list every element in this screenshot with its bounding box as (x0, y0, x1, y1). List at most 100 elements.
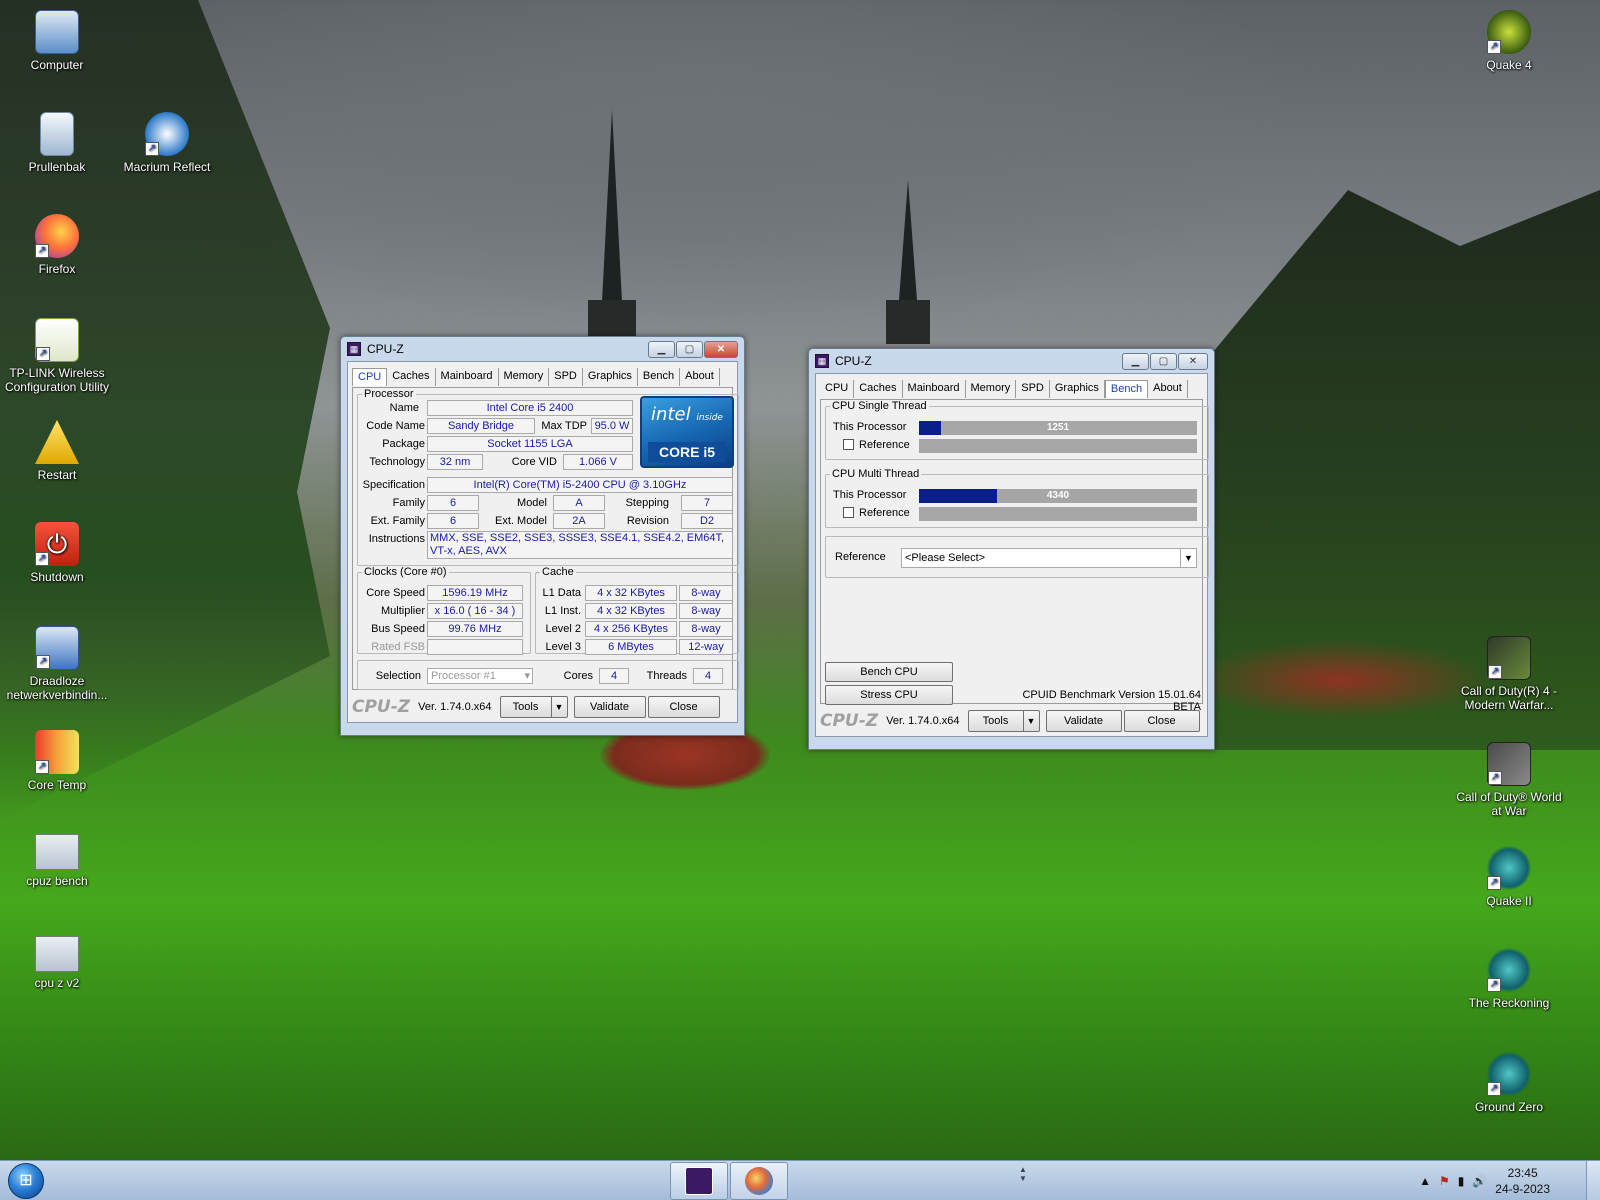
desktop-icon-core-temp[interactable]: ↗ Core Temp (2, 730, 112, 792)
desktop-icon-wireless-connection[interactable]: ↗ Draadloze netwerkverbindin... (2, 626, 112, 702)
corespeed-label: Core Speed (366, 587, 425, 599)
tab-memory[interactable]: Memory (499, 368, 550, 386)
desktop-icon-shutdown[interactable]: ⏻ ↗ Shutdown (2, 522, 112, 584)
corevid-label: Core VID (511, 456, 557, 468)
taskbar-item-paint[interactable] (730, 1162, 788, 1200)
tab-graphics[interactable]: Graphics (1050, 380, 1105, 398)
minimize-button[interactable]: ▁ (1122, 352, 1149, 370)
multi-reference-label: Reference (859, 507, 910, 519)
tab-about[interactable]: About (1148, 380, 1188, 398)
desktop-icon-ground-zero[interactable]: ↗ Ground Zero (1454, 1052, 1564, 1114)
desktop-icon-label: Quake II (1486, 894, 1532, 908)
selection-label: Selection (375, 670, 421, 682)
cpuz-window-bench[interactable]: ▦ CPU-Z ▁ ▢ ✕ CPU Caches Mainboard Memor… (808, 348, 1215, 750)
version-label: Ver. 1.74.0.x64 (418, 701, 492, 713)
taskbar-scroll[interactable]: ▲ ▼ (1018, 1165, 1028, 1197)
bench-cpu-button[interactable]: Bench CPU (825, 662, 953, 682)
desktop-icon-firefox[interactable]: ↗ Firefox (2, 214, 112, 276)
image-file-icon (35, 834, 79, 870)
tab-mainboard[interactable]: Mainboard (436, 368, 499, 386)
desktop-icon-restart[interactable]: Restart (2, 420, 112, 482)
reference-dropdown[interactable]: <Please Select> ▼ (901, 548, 1197, 568)
desktop-icon-macrium-reflect[interactable]: ↗ Macrium Reflect (112, 112, 222, 174)
window-titlebar[interactable]: ▦ CPU-Z ▁ ▢ ✕ (347, 337, 738, 361)
desktop-icon-quake2[interactable]: ↗ Quake II (1454, 846, 1564, 908)
selection-dropdown[interactable]: Processor #1 ▾ (427, 668, 533, 684)
tab-graphics[interactable]: Graphics (583, 368, 638, 386)
tab-about[interactable]: About (680, 368, 720, 386)
corevid-value: 1.066 V (563, 454, 633, 470)
tab-cpu[interactable]: CPU (352, 368, 388, 386)
tools-button[interactable]: Tools ▼ (967, 710, 1040, 732)
busspeed-value: 99.76 MHz (427, 621, 523, 637)
chevron-down-icon[interactable]: ▼ (1022, 711, 1039, 731)
technology-label: Technology (369, 456, 425, 468)
network-icon[interactable]: ▮ (1458, 1174, 1465, 1188)
close-button[interactable]: Close (1123, 710, 1200, 732)
window-titlebar[interactable]: ▦ CPU-Z ▁ ▢ ✕ (815, 349, 1208, 373)
tab-spd[interactable]: SPD (1016, 380, 1050, 398)
close-window-button[interactable]: ✕ (704, 340, 738, 358)
name-label: Name (389, 402, 419, 414)
shortcut-arrow-icon: ↗ (145, 142, 159, 156)
close-window-button[interactable]: ✕ (1178, 352, 1208, 370)
intel-logo-text: intel (651, 404, 691, 425)
desktop-icon-label: Computer (30, 58, 84, 72)
tab-bench[interactable]: Bench (1104, 380, 1149, 398)
image-file-icon (35, 936, 79, 972)
tab-cpu[interactable]: CPU (820, 380, 855, 398)
cache-legend: Cache (542, 566, 574, 578)
revision-value: D2 (681, 513, 733, 529)
tab-strip: CPU Caches Mainboard Memory SPD Graphics… (348, 362, 737, 388)
desktop-icon-tplink[interactable]: ↗ TP-LINK Wireless Configuration Utility (2, 318, 112, 394)
maximize-button[interactable]: ▢ (676, 340, 703, 358)
single-reference-checkbox[interactable] (843, 439, 854, 450)
clock[interactable]: 23:45 24-9-2023 (1495, 1165, 1550, 1197)
cores-label: Cores (563, 670, 593, 682)
desktop-icon-the-reckoning[interactable]: ↗ The Reckoning (1454, 948, 1564, 1010)
tab-caches[interactable]: Caches (387, 368, 436, 386)
maxtdp-label: Max TDP (541, 420, 587, 432)
ratedfsb-value (427, 639, 523, 655)
action-center-flag-icon[interactable]: ⚑ (1439, 1174, 1450, 1188)
desktop-icon-cod4[interactable]: ↗ Call of Duty(R) 4 - Modern Warfar... (1454, 636, 1564, 712)
tab-mainboard[interactable]: Mainboard (903, 380, 966, 398)
volume-icon[interactable]: 🔊 (1472, 1174, 1487, 1188)
cache-l1data-size: 4 x 32 KBytes (585, 585, 677, 601)
validate-button[interactable]: Validate (573, 696, 646, 718)
quake2-icon: ↗ (1487, 846, 1531, 890)
desktop-icon-cpuz-bench[interactable]: cpuz bench (2, 834, 112, 888)
paint-icon (745, 1167, 773, 1195)
tab-memory[interactable]: Memory (966, 380, 1017, 398)
cache-l3-label: Level 3 (545, 641, 581, 653)
multi-reference-checkbox[interactable] (843, 507, 854, 518)
window-client: CPU Caches Mainboard Memory SPD Graphics… (347, 361, 739, 723)
maximize-button[interactable]: ▢ (1150, 352, 1177, 370)
cpuz-window-cpu[interactable]: ▦ CPU-Z ▁ ▢ ✕ CPU Caches Mainboard Memor… (340, 336, 745, 736)
tools-button[interactable]: Tools ▼ (499, 696, 568, 718)
desktop-icon-computer[interactable]: Computer (2, 10, 112, 72)
desktop-icon-label: cpuz bench (26, 874, 88, 888)
model-value: A (553, 495, 605, 511)
chevron-down-icon[interactable]: ▼ (550, 697, 567, 717)
tab-spd[interactable]: SPD (549, 368, 583, 386)
window-title: CPU-Z (367, 342, 404, 356)
close-button[interactable]: Close (647, 696, 720, 718)
recycle-bin-icon (40, 112, 74, 156)
tab-bench[interactable]: Bench (638, 368, 681, 386)
multi-reference-bar (919, 507, 1197, 521)
desktop-icon-cpu-z-v2[interactable]: cpu z v2 (2, 936, 112, 990)
show-desktop-button[interactable] (1586, 1161, 1600, 1200)
taskbar-item-cpuz[interactable] (670, 1162, 728, 1200)
desktop-icon-label: Prullenbak (28, 160, 86, 174)
minimize-button[interactable]: ▁ (648, 340, 675, 358)
desktop-icon-recycle-bin[interactable]: Prullenbak (2, 112, 112, 174)
validate-button[interactable]: Validate (1045, 710, 1122, 732)
tab-caches[interactable]: Caches (854, 380, 903, 398)
show-hidden-icons-icon[interactable]: ▲ (1419, 1174, 1431, 1188)
stress-cpu-button[interactable]: Stress CPU (825, 685, 953, 705)
desktop-icon-cod-waw[interactable]: ↗ Call of Duty® World at War (1454, 742, 1564, 818)
desktop-icon-quake4[interactable]: ↗ Quake 4 (1454, 10, 1564, 72)
window-bottom-bar: CPU-Z Ver. 1.74.0.x64 Tools ▼ Validate C… (348, 692, 737, 722)
start-button[interactable]: ⊞ (8, 1163, 44, 1199)
